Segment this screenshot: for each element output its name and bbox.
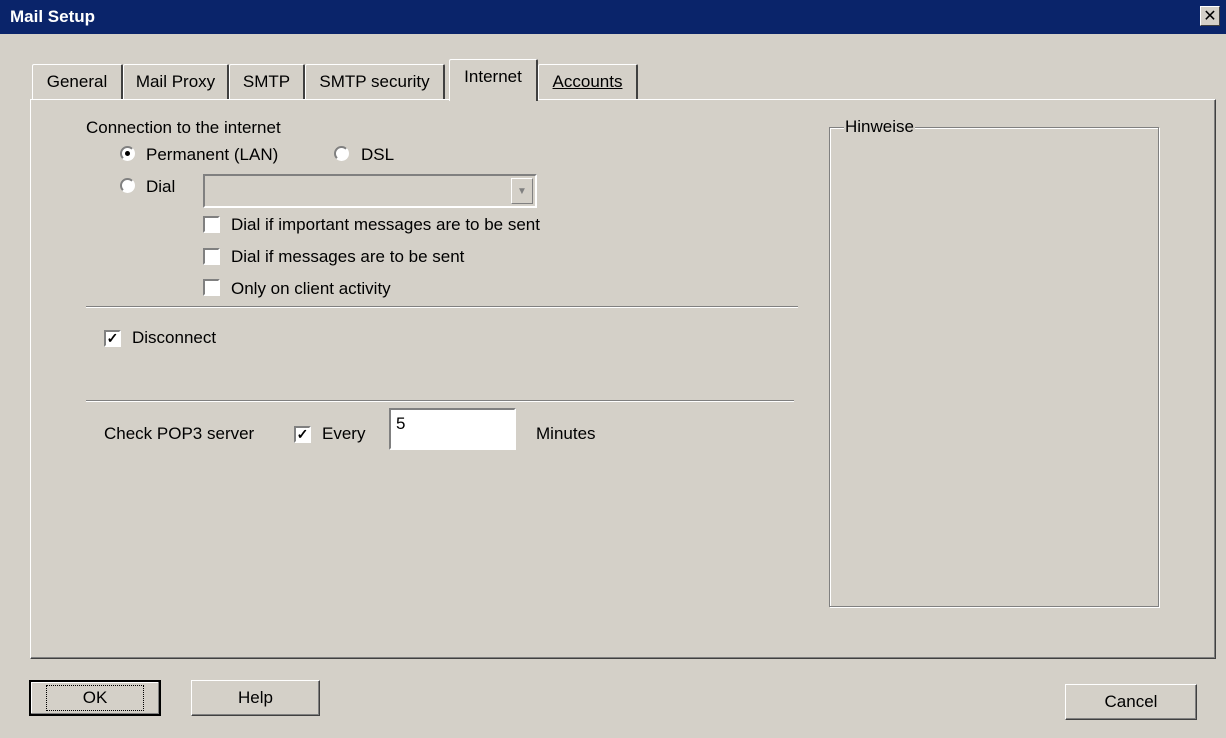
interval-input[interactable]: 5 (389, 408, 516, 450)
radio-dsl-label: DSL (361, 145, 395, 164)
tab-label: Internet (464, 67, 522, 86)
radio-dial[interactable] (120, 178, 135, 193)
chevron-down-icon[interactable]: ▼ (511, 178, 533, 204)
checkbox-every[interactable]: ✓ (294, 426, 311, 443)
checkbox-dial-messages[interactable] (203, 248, 220, 265)
dial-messages-label: Dial if messages are to be sent (231, 247, 465, 266)
tab-general[interactable]: General (32, 64, 123, 99)
client-activity-label: Only on client activity (231, 279, 391, 298)
radio-dial-label: Dial (146, 177, 176, 196)
dial-connection-select[interactable]: ▼ (203, 174, 537, 208)
tab-mail-proxy[interactable]: Mail Proxy (123, 64, 229, 99)
tab-label: SMTP security (319, 72, 430, 91)
checkbox-disconnect[interactable]: ✓ (104, 330, 121, 347)
tab-accounts[interactable]: Accounts (538, 64, 638, 99)
close-button[interactable]: ✕ (1200, 6, 1220, 26)
checkbox-dial-important[interactable] (203, 216, 220, 233)
every-label: Every (322, 424, 366, 443)
radio-dsl[interactable] (334, 146, 349, 161)
check-mark-icon: ✓ (296, 426, 309, 442)
separator (86, 306, 798, 308)
ok-label: OK (45, 685, 145, 711)
checkbox-client-activity[interactable] (203, 279, 220, 296)
help-label: Help (238, 688, 273, 707)
connection-label: Connection to the internet (86, 118, 281, 137)
close-icon: ✕ (1203, 8, 1217, 25)
tab-label: General (46, 72, 108, 91)
disconnect-label: Disconnect (132, 328, 217, 347)
cancel-button[interactable]: Cancel (1065, 684, 1197, 720)
dial-important-label: Dial if important messages are to be sen… (231, 215, 540, 234)
tab-smtp[interactable]: SMTP (229, 64, 305, 99)
hints-groupbox: Hinweise (829, 117, 1159, 607)
cancel-label: Cancel (1104, 692, 1158, 711)
radio-permanent-label: Permanent (LAN) (146, 145, 279, 164)
pop3-label: Check POP3 server (104, 424, 255, 443)
window-title: Mail Setup (10, 7, 96, 26)
radio-permanent[interactable] (120, 146, 135, 161)
minutes-label: Minutes (536, 424, 596, 443)
help-button[interactable]: Help (191, 680, 320, 716)
check-mark-icon: ✓ (106, 330, 119, 346)
hints-legend: Hinweise (844, 117, 915, 137)
tab-label: SMTP (242, 72, 291, 91)
tab-label: Accounts (552, 72, 623, 91)
tab-smtp-security[interactable]: SMTP security (305, 64, 445, 99)
separator (86, 400, 794, 402)
title-bar: Mail Setup ✕ (0, 0, 1226, 34)
ok-button[interactable]: OK (29, 680, 161, 716)
tab-internet[interactable]: Internet (449, 59, 538, 101)
tab-label: Mail Proxy (135, 72, 216, 91)
